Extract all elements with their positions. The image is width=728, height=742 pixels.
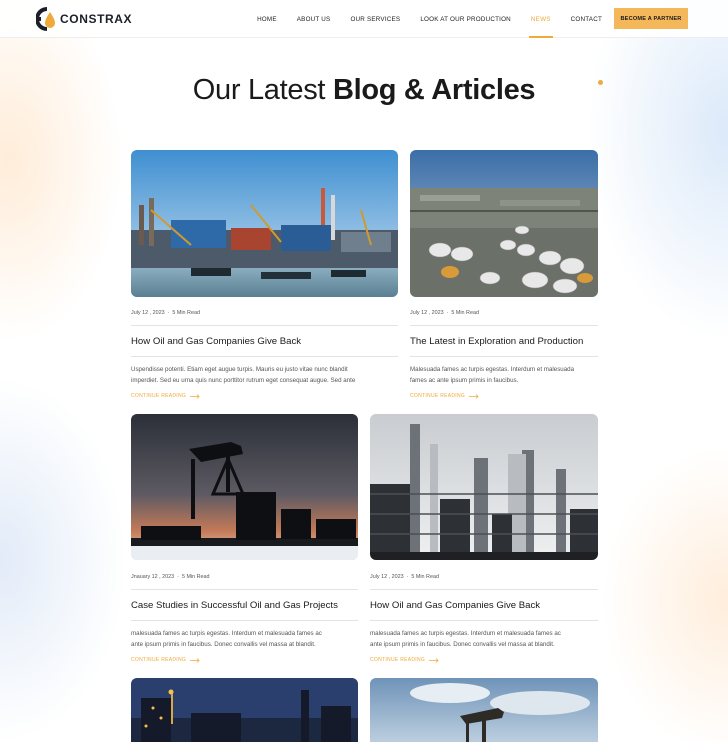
post-read-time: 5 Min Read: [411, 574, 439, 580]
post-meta: Jnauary 12 , 2023 · 5 Min Read: [131, 574, 210, 580]
section-title-light: Our Latest: [192, 74, 326, 106]
arrow-right-icon: [190, 393, 200, 399]
blog-card: July 12 , 2023 · 5 Min Read How Oil and Ga…: [370, 414, 598, 669]
divider: [131, 620, 358, 621]
continue-reading-link[interactable]: CONTINUE READING: [131, 393, 200, 399]
post-meta: July 12 , 2023 · 5 Min Read: [410, 310, 479, 316]
nav-news[interactable]: NEWS: [528, 0, 553, 38]
industrial-port-image[interactable]: [131, 150, 398, 297]
blog-card: [370, 678, 598, 742]
nav-home[interactable]: HOME: [257, 0, 277, 38]
continue-reading-label: CONTINUE READING: [131, 657, 187, 663]
post-title[interactable]: The Latest in Exploration and Production: [410, 336, 583, 347]
blog-card: [131, 678, 358, 742]
blog-card: July 12 , 2023 · 5 Min Read The Latest in …: [410, 150, 598, 405]
excerpt-line: imperdiet. Sed eu urna quis nunc porttit…: [131, 377, 356, 384]
post-date: Jnauary 12 , 2023: [131, 574, 175, 580]
excerpt-line: Malesuada fames ac turpis egestas. Inter…: [410, 366, 575, 373]
continue-reading-label: CONTINUE READING: [410, 393, 466, 399]
constrax-logo-icon: [36, 7, 55, 31]
post-read-time: 5 Min Read: [172, 310, 200, 316]
post-excerpt: Malesuada fames ac turpis egestas. Inter…: [410, 364, 598, 386]
nav-our-services[interactable]: OUR SERVICES: [350, 0, 400, 38]
excerpt-line: fames ac ante ipsum primis in faucibus.: [410, 377, 519, 384]
arrow-right-icon: [429, 657, 439, 663]
pumpjack-sky-image[interactable]: [370, 678, 598, 742]
post-meta: July 12 , 2023 · 5 Min Read: [131, 310, 200, 316]
post-date: July 12 , 2023: [410, 310, 444, 316]
site-header: CONSTRAX HOME ABOUT US OUR SERVICES LOOK…: [0, 0, 728, 38]
continue-reading-link[interactable]: CONTINUE READING: [410, 393, 479, 399]
section-title-bold: Blog & Articles: [332, 74, 536, 106]
post-read-time: 5 Min Read: [451, 310, 479, 316]
post-excerpt: malesuada fames ac turpis egestas. Inter…: [131, 628, 358, 650]
post-title[interactable]: How Oil and Gas Companies Give Back: [370, 600, 540, 611]
post-date: July 12 , 2023: [131, 310, 165, 316]
divider: [410, 356, 598, 357]
continue-reading-link[interactable]: CONTINUE READING: [370, 657, 439, 663]
divider: [370, 589, 598, 590]
accent-dot: [598, 80, 603, 85]
oil-storage-tanks-image[interactable]: [410, 150, 598, 297]
continue-reading-label: CONTINUE READING: [370, 657, 426, 663]
pumpjack-sunset-image[interactable]: [131, 414, 358, 560]
excerpt-line: ante ipsum primis in faucibus. Donec con…: [131, 641, 316, 648]
refinery-night-image[interactable]: [131, 678, 358, 742]
excerpt-line: malesuada fames ac turpis egestas. Inter…: [370, 630, 561, 637]
continue-reading-link[interactable]: CONTINUE READING: [131, 657, 200, 663]
divider: [370, 620, 598, 621]
post-date: July 12 , 2023: [370, 574, 404, 580]
brand-logo[interactable]: CONSTRAX: [36, 5, 132, 33]
nav-contact[interactable]: CONTACT: [571, 0, 602, 38]
refinery-columns-image[interactable]: [370, 414, 598, 560]
post-meta: July 12 , 2023 · 5 Min Read: [370, 574, 439, 580]
post-excerpt: malesuada fames ac turpis egestas. Inter…: [370, 628, 598, 650]
section-title: Our Latest Blog & Articles: [0, 74, 728, 107]
nav-production[interactable]: LOOK AT OUR PRODUCTION: [420, 0, 511, 38]
post-excerpt: Uspendisse potenti. Etiam eget augue tur…: [131, 364, 398, 386]
divider: [131, 356, 398, 357]
become-partner-button[interactable]: BECOME A PARTNER: [614, 8, 688, 29]
excerpt-line: malesuada fames ac turpis egestas. Inter…: [131, 630, 322, 637]
post-title[interactable]: Case Studies in Successful Oil and Gas P…: [131, 600, 338, 611]
blog-card: Jnauary 12 , 2023 · 5 Min Read Case Studie…: [131, 414, 358, 669]
continue-reading-label: CONTINUE READING: [131, 393, 187, 399]
excerpt-line: Uspendisse potenti. Etiam eget augue tur…: [131, 366, 348, 373]
brand-name: CONSTRAX: [60, 12, 133, 26]
post-read-time: 5 Min Read: [181, 574, 210, 580]
main-nav: HOME ABOUT US OUR SERVICES LOOK AT OUR P…: [257, 0, 602, 38]
post-title[interactable]: How Oil and Gas Companies Give Back: [131, 336, 301, 347]
divider: [131, 325, 398, 326]
blog-card: July 12 , 2023 · 5 Min Read How Oil and Ga…: [131, 150, 398, 405]
divider: [410, 325, 598, 326]
arrow-right-icon: [469, 393, 479, 399]
excerpt-line: ante ipsum primis in faucibus. Donec con…: [370, 641, 555, 648]
nav-about-us[interactable]: ABOUT US: [297, 0, 331, 38]
divider: [131, 589, 358, 590]
arrow-right-icon: [190, 657, 200, 663]
